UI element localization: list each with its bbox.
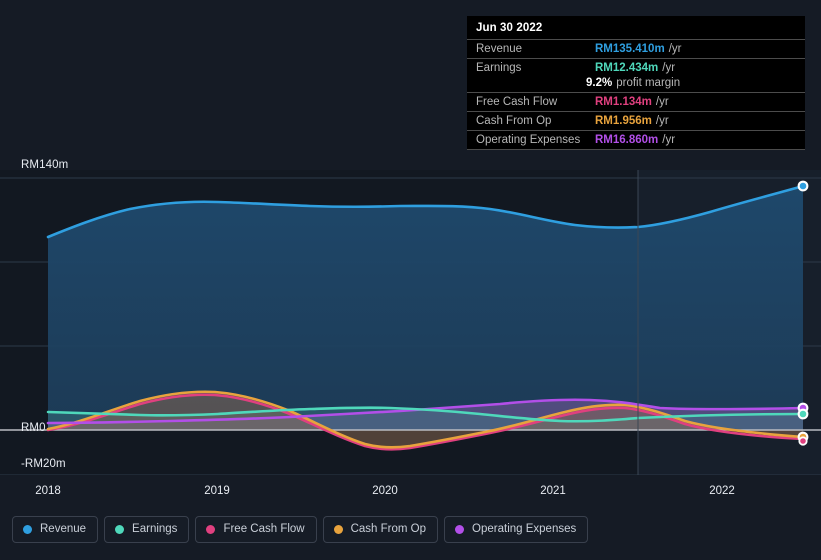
tooltip-label-operating-expenses: Operating Expenses [476, 134, 581, 146]
x-axis-label-2019: 2019 [204, 485, 230, 497]
chart-tooltip: Jun 30 2022 Revenue RM135.410m /yr Earni… [467, 16, 805, 150]
legend-dot-cash-from-op-icon [333, 525, 343, 534]
tooltip-value-profit-margin: 9.2% [586, 77, 613, 89]
legend-dot-free-cash-flow-icon [206, 525, 216, 534]
revenue-area [48, 186, 803, 430]
legend-item-operating-expenses[interactable]: Operating Expenses [444, 516, 589, 543]
tooltip-label-free-cash-flow: Free Cash Flow [476, 96, 558, 108]
tooltip-row-operating-expenses: Operating Expenses RM16.860m /yr [467, 130, 805, 149]
legend-item-earnings[interactable]: Earnings [104, 516, 190, 543]
tooltip-bottom-rule [467, 149, 805, 150]
tooltip-row-earnings: Earnings RM12.434m /yr [467, 58, 805, 77]
tooltip-row-cash-from-op: Cash From Op RM1.956m /yr [467, 111, 805, 130]
earnings-endpoint-marker[interactable] [797, 408, 809, 420]
x-axis-label-2022: 2022 [709, 485, 735, 497]
legend-dot-earnings-icon [115, 525, 125, 534]
y-axis-label-top: RM140m [21, 159, 69, 171]
tooltip-value-revenue: RM135.410m [595, 43, 665, 55]
tooltip-label-earnings: Earnings [476, 62, 522, 74]
x-axis-label-2020: 2020 [372, 485, 398, 497]
tooltip-unit-operating-expenses: /yr [662, 134, 676, 146]
legend-label-revenue: Revenue [40, 522, 87, 535]
legend-label-free-cash-flow: Free Cash Flow [223, 522, 305, 535]
tooltip-label-revenue: Revenue [476, 43, 523, 55]
tooltip-date: Jun 30 2022 [476, 22, 543, 34]
tooltip-unit-earnings: /yr [662, 62, 676, 74]
tooltip-value-operating-expenses: RM16.860m [595, 134, 659, 146]
y-axis-label-bottom: -RM20m [21, 458, 66, 470]
tooltip-unit-cash-from-op: /yr [655, 115, 669, 127]
tooltip-label-cash-from-op: Cash From Op [476, 115, 552, 127]
tooltip-unit-revenue: /yr [668, 43, 682, 55]
legend-label-earnings: Earnings [132, 522, 178, 535]
tooltip-row-free-cash-flow: Free Cash Flow RM1.134m /yr [467, 92, 805, 111]
tooltip-unit-profit-margin: profit margin [616, 77, 681, 89]
legend-dot-revenue-icon [23, 525, 32, 534]
x-axis-label-2018: 2018 [35, 485, 61, 497]
tooltip-value-cash-from-op: RM1.956m [595, 115, 652, 127]
free-cash-flow-endpoint-marker[interactable] [798, 436, 808, 446]
legend-item-free-cash-flow[interactable]: Free Cash Flow [195, 516, 317, 543]
revenue-endpoint-marker[interactable] [797, 180, 809, 192]
tooltip-row-profit-margin: 9.2% profit margin [467, 77, 805, 92]
legend-dot-operating-expenses-icon [455, 525, 465, 534]
tooltip-row-revenue: Revenue RM135.410m /yr [467, 39, 805, 58]
tooltip-value-free-cash-flow: RM1.134m [595, 96, 652, 108]
financial-performance-chart: RM140m RM0 -RM20m 2018 2019 2020 2021 20… [0, 0, 821, 560]
legend-label-cash-from-op: Cash From Op [350, 522, 427, 535]
legend-label-operating-expenses: Operating Expenses [472, 522, 577, 535]
x-axis-label-2021: 2021 [540, 485, 566, 497]
y-axis-label-zero: RM0 [21, 422, 46, 434]
tooltip-value-earnings: RM12.434m [595, 62, 659, 74]
chart-legend: Revenue Earnings Free Cash Flow Cash Fro… [12, 516, 589, 543]
tooltip-unit-free-cash-flow: /yr [655, 96, 669, 108]
legend-item-cash-from-op[interactable]: Cash From Op [322, 516, 439, 543]
legend-item-revenue[interactable]: Revenue [12, 516, 99, 543]
